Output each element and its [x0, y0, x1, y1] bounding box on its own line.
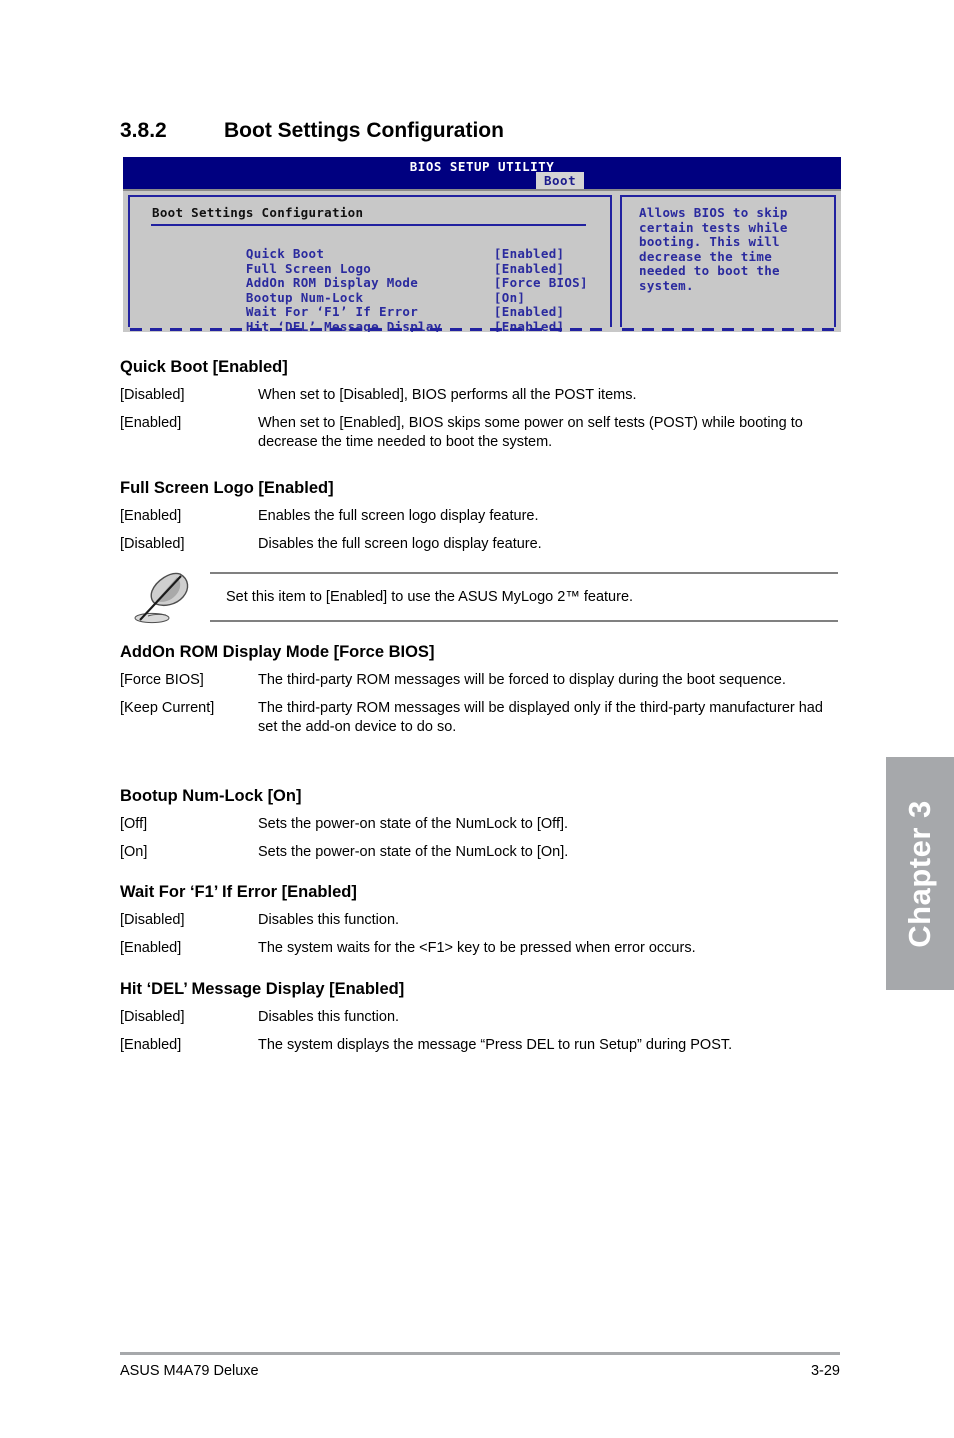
bios-item-row[interactable]: Full Screen Logo [Enabled] — [152, 246, 588, 276]
bios-body: Boot Settings Configuration Quick Boot [E… — [123, 189, 841, 332]
option-heading: Quick Boot [Enabled] — [120, 358, 288, 376]
bios-help-line: needed to boot the — [639, 263, 780, 279]
bios-item-row[interactable]: Wait For ‘F1’ If Error [Enabled] — [152, 289, 588, 319]
option-row: [On] Sets the power-on state of the NumL… — [120, 843, 840, 863]
page-footer: ASUS M4A79 Deluxe 3-29 — [120, 1363, 840, 1379]
section-number: 3.8.2 — [120, 119, 167, 142]
bios-help-line: decrease the time — [639, 248, 773, 264]
option-heading: Full Screen Logo [Enabled] — [120, 479, 334, 497]
footer-page-number: 3-29 — [810, 1363, 840, 1379]
option-description: Disables this function. — [258, 912, 400, 928]
option-key: [Disabled] — [120, 535, 185, 552]
option-description: Disables the full screen logo display fe… — [258, 535, 542, 552]
option-description: When set to [Disabled], BIOS performs al… — [258, 387, 637, 403]
footer-divider — [120, 1352, 840, 1355]
option-row: [Off] Sets the power-on state of the Num… — [120, 815, 840, 835]
option-key: [Disabled] — [120, 1009, 185, 1025]
option-description: Disables this function. — [258, 1009, 400, 1025]
note-rule-top — [210, 572, 838, 574]
chapter-tab: Chapter 3 — [886, 757, 954, 990]
option-heading: Bootup Num-Lock [On] — [120, 787, 302, 805]
bios-help-panel: Allows BIOS to skip certain tests while … — [620, 195, 836, 327]
option-heading: Wait For ‘F1’ If Error [Enabled] — [120, 883, 357, 901]
bios-help-line: certain tests while — [639, 219, 788, 235]
option-row: [Enabled] Enables the full screen logo d… — [120, 507, 840, 527]
option-description: The system displays the message “Press D… — [258, 1036, 733, 1053]
option-key: [Disabled] — [120, 387, 185, 403]
option-block-wait-for-f1-if-error: Wait For ‘F1’ If Error [Enabled] [Disabl… — [120, 883, 840, 966]
bios-help-bottom-dashes — [622, 328, 834, 331]
bios-item-row[interactable]: Bootup Num-Lock [On] — [152, 275, 588, 305]
bios-help-line: system. — [639, 277, 694, 293]
bios-item-row[interactable]: Hit ‘DEL’ Message Display [Enabled] — [152, 304, 588, 332]
option-heading: Hit ‘DEL’ Message Display [Enabled] — [120, 980, 405, 998]
bios-tab-boot[interactable]: Boot — [536, 172, 585, 190]
bios-settings-panel: Boot Settings Configuration Quick Boot [E… — [128, 195, 612, 332]
note-rule-bottom — [210, 620, 838, 622]
note-box: Set this item to [Enabled] to use the AS… — [120, 572, 840, 624]
option-row: [Enabled] The system waits for the <F1> … — [120, 939, 840, 959]
option-description: Sets the power-on state of the NumLock t… — [258, 816, 569, 832]
option-row: [Disabled] Disables this function. — [120, 911, 840, 931]
bios-panel-bottom-dashes — [130, 328, 610, 331]
option-row: [Enabled] The system displays the messag… — [120, 1036, 840, 1056]
bios-window-title: BIOS SETUP UTILITY — [409, 159, 555, 174]
bios-help-line: booting. This will — [639, 234, 780, 250]
chapter-tab-label: Chapter 3 — [902, 799, 937, 948]
option-key: [Force BIOS] — [120, 672, 204, 688]
bios-item-row[interactable]: Quick Boot [Enabled] — [152, 231, 588, 261]
option-description: Enables the full screen logo display fea… — [258, 508, 539, 524]
option-block-quick-boot: Quick Boot [Enabled] [Disabled] When set… — [120, 358, 840, 461]
option-block-addon-rom-display-mode: AddOn ROM Display Mode [Force BIOS] [For… — [120, 643, 840, 746]
bios-panel-divider — [151, 224, 586, 226]
option-key: [Keep Current] — [120, 699, 215, 716]
option-description: The third-party ROM messages will be for… — [258, 672, 786, 688]
bios-setup-screenshot: BIOS SETUP UTILITY Boot Boot Settings Co… — [123, 157, 841, 332]
option-row: [Force BIOS] The third-party ROM message… — [120, 671, 840, 691]
bios-titlebar: BIOS SETUP UTILITY Boot — [123, 157, 841, 190]
bios-item-row[interactable]: AddOn ROM Display Mode [Force BIOS] — [152, 260, 588, 290]
section-title: Boot Settings Configuration — [224, 119, 504, 142]
bios-help-line: Allows BIOS to skip — [639, 205, 788, 220]
option-block-bootup-num-lock: Bootup Num-Lock [On] [Off] Sets the powe… — [120, 787, 840, 870]
option-key: [Enabled] — [120, 508, 182, 524]
option-heading: AddOn ROM Display Mode [Force BIOS] — [120, 643, 435, 661]
bios-panel-title: Boot Settings Configuration — [152, 205, 364, 220]
footer-product-name: ASUS M4A79 Deluxe — [120, 1363, 259, 1379]
option-description: The system waits for the <F1> key to be … — [258, 939, 696, 956]
option-row: [Keep Current] The third-party ROM messa… — [120, 699, 840, 738]
option-key: [Enabled] — [120, 414, 182, 431]
option-description: Sets the power-on state of the NumLock t… — [258, 843, 569, 860]
section-heading: 3.8.2 Boot Settings Configuration — [120, 119, 840, 143]
option-key: [Enabled] — [120, 1036, 182, 1053]
document-page: Chapter 3 3.8.2 Boot Settings Configurat… — [0, 0, 954, 1438]
quill-pen-icon — [134, 572, 189, 624]
bios-item-list: Quick Boot [Enabled] Full Screen Logo [Ena… — [152, 231, 588, 332]
option-row: [Enabled] When set to [Enabled], BIOS sk… — [120, 414, 840, 453]
option-row: [Disabled] Disables this function. — [120, 1008, 840, 1028]
option-block-full-screen-logo: Full Screen Logo [Enabled] [Enabled] Ena… — [120, 479, 840, 562]
option-row: [Disabled] When set to [Disabled], BIOS … — [120, 386, 840, 406]
option-key: [Enabled] — [120, 939, 182, 956]
option-key: [Off] — [120, 816, 148, 832]
option-description: The third-party ROM messages will be dis… — [258, 699, 823, 736]
option-key: [On] — [120, 843, 148, 860]
note-text: Set this item to [Enabled] to use the AS… — [226, 589, 634, 605]
option-row: [Disabled] Disables the full screen logo… — [120, 535, 840, 555]
bios-help-text: Allows BIOS to skip certain tests while … — [639, 205, 821, 294]
option-key: [Disabled] — [120, 912, 185, 928]
option-description: When set to [Enabled], BIOS skips some p… — [258, 414, 803, 451]
option-block-hit-del-message-display: Hit ‘DEL’ Message Display [Enabled] [Dis… — [120, 980, 840, 1063]
